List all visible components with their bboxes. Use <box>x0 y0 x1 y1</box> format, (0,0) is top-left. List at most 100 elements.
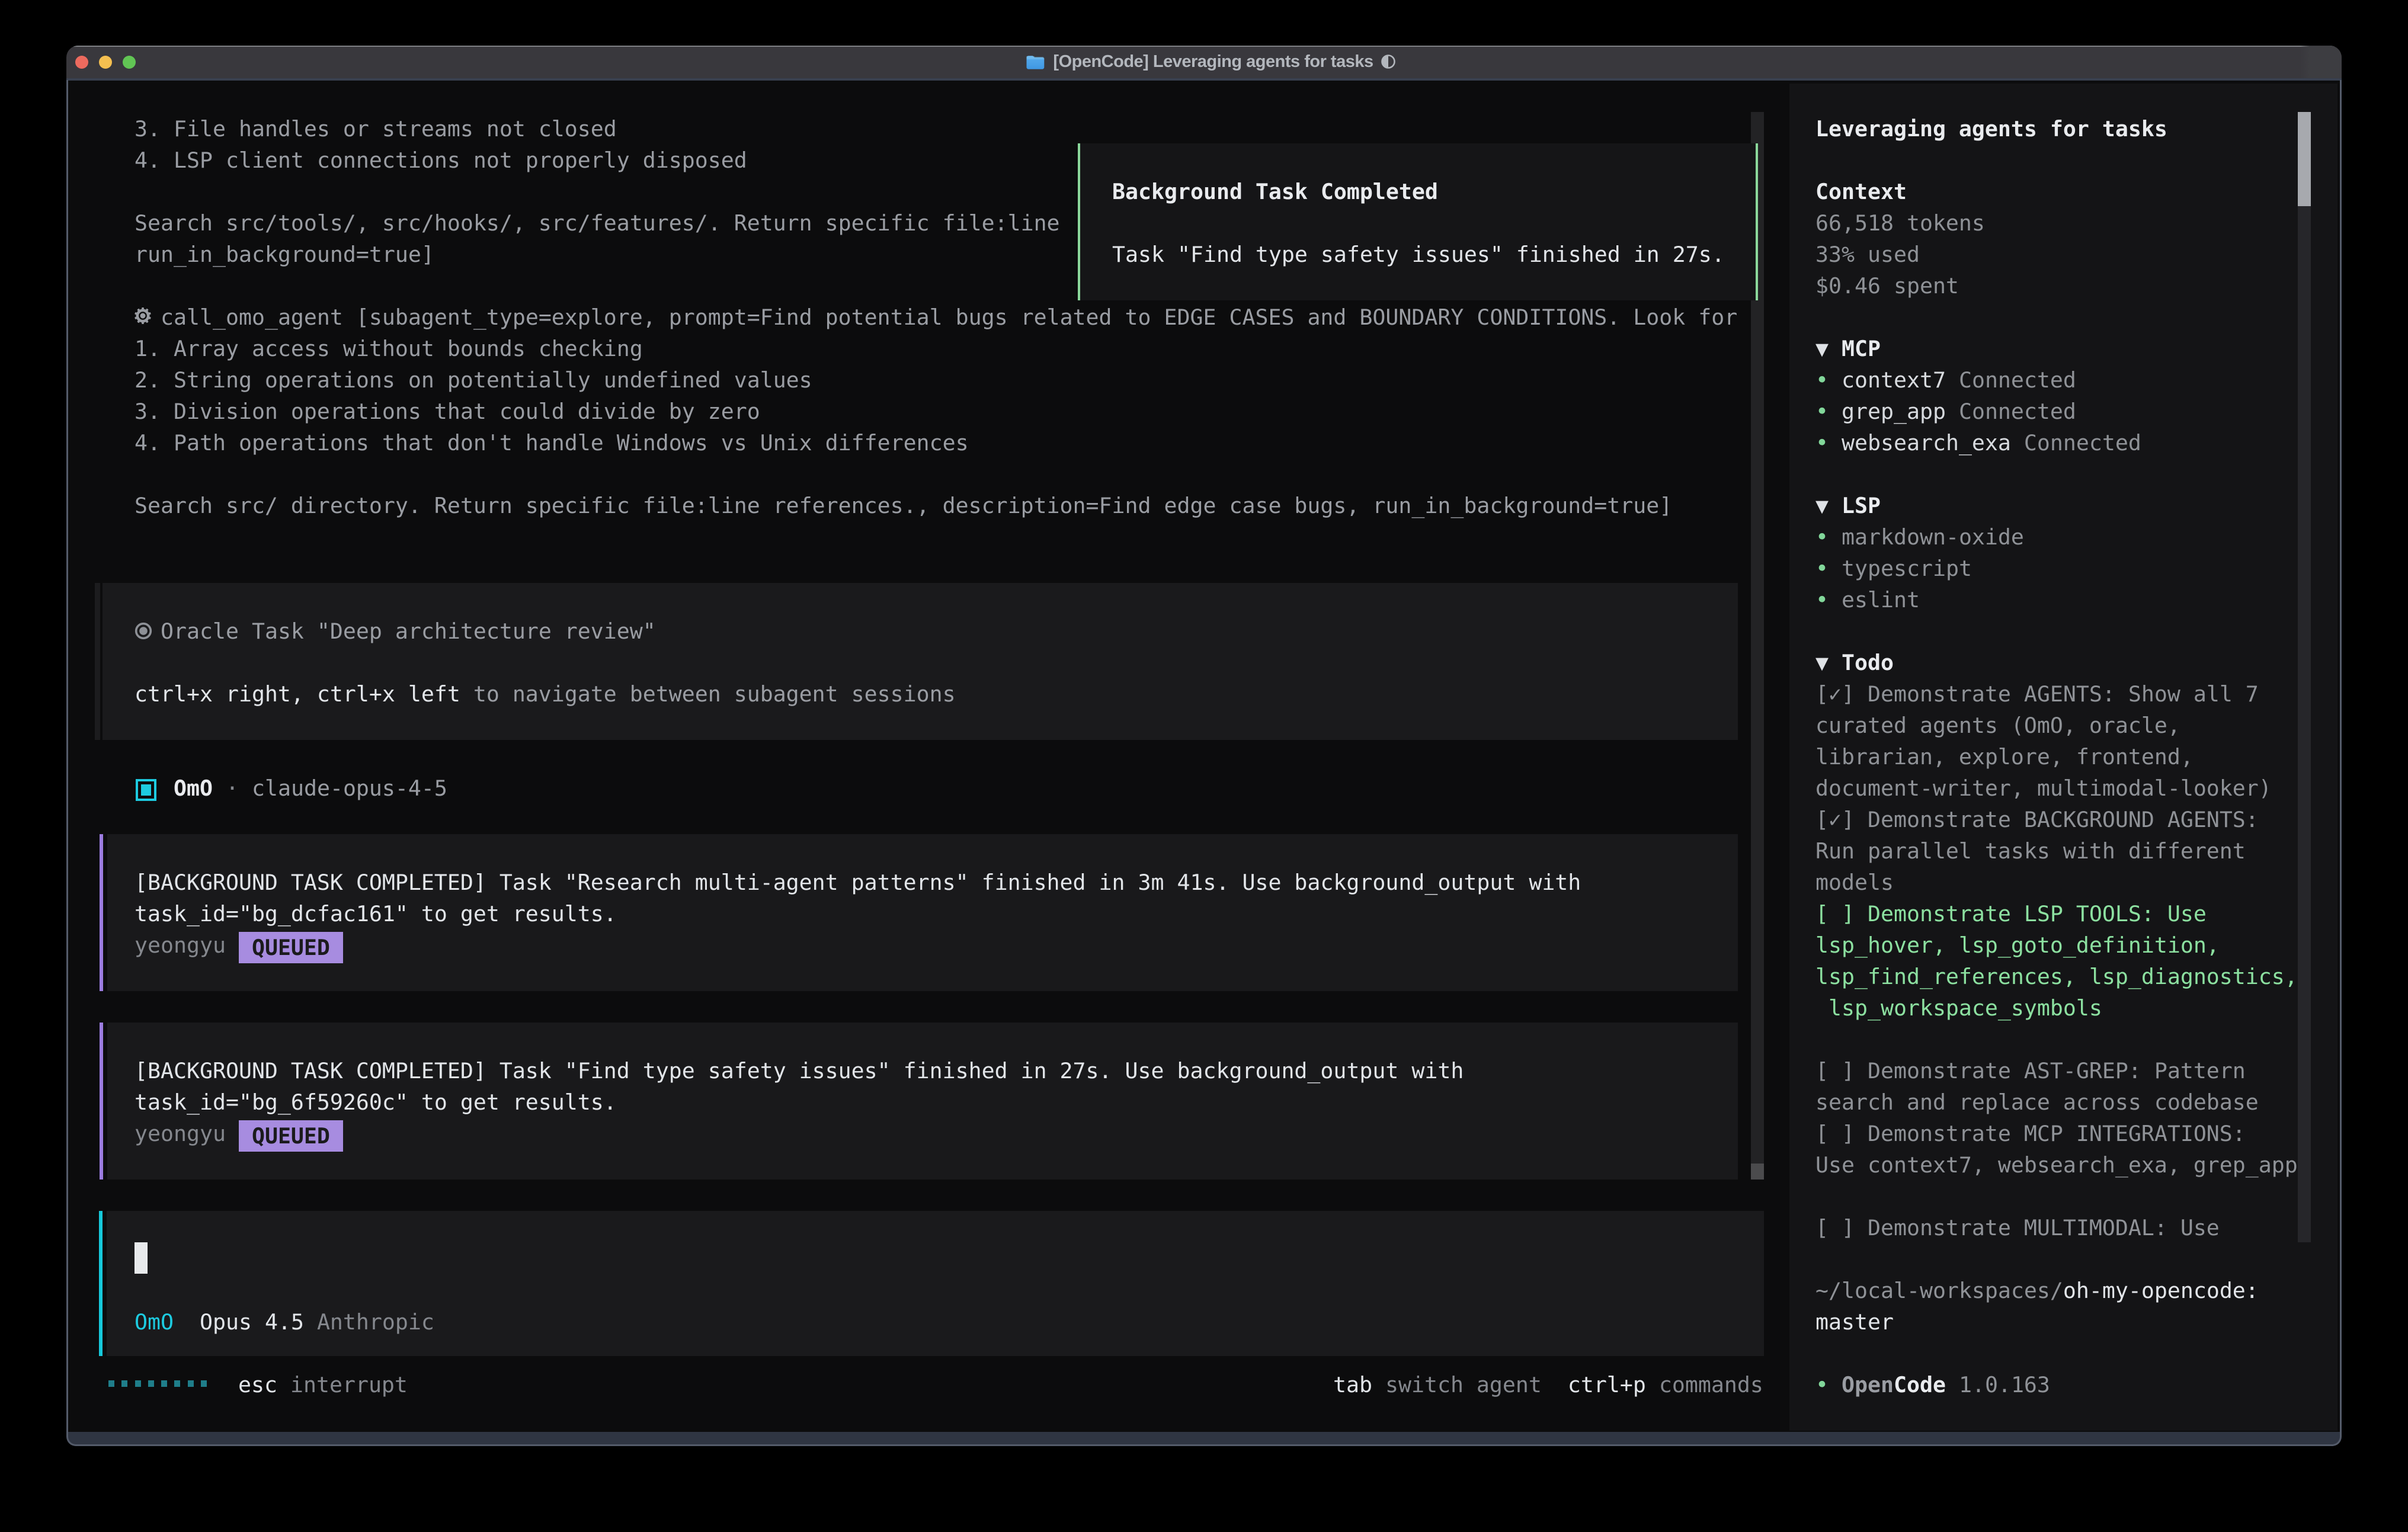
text-segment <box>1829 1372 1842 1398</box>
text-segment: Context <box>1815 179 1907 204</box>
status-right: tab switch agent ctrl+p commands <box>1333 1369 1763 1400</box>
text-segment: eslint <box>1842 587 1920 613</box>
sidebar-row: Run parallel tasks with different <box>1815 835 2246 867</box>
text-segment: context7 <box>1842 367 1946 393</box>
sidebar-scrollbar-thumb[interactable] <box>2298 112 2311 206</box>
sidebar-section-header[interactable]: ▼ Todo <box>1815 647 1894 678</box>
sidebar-row: • websearch_exa Connected <box>1815 427 2141 459</box>
text-segment: 66,518 tokens <box>1815 210 1985 236</box>
transcript-row: 2. String operations on potentially unde… <box>135 364 1738 396</box>
oracle-panel <box>103 583 1738 740</box>
text-segment: Search src/tools/, src/hooks/, src/featu… <box>135 210 1060 236</box>
sidebar-section-header[interactable]: ▼ LSP <box>1815 490 1881 521</box>
text-segment: 3. Division operations that could divide… <box>135 399 760 424</box>
transcript-row: Search src/ directory. Return specific f… <box>135 490 1738 521</box>
spinner-dots <box>108 1380 214 1387</box>
sidebar-row: lsp_workspace_symbols <box>1815 992 2102 1024</box>
sidebar-section-header[interactable]: ▼ MCP <box>1815 333 1881 364</box>
screen: [OpenCode] Leveraging agents for tasks 3… <box>0 0 2408 1532</box>
task-box-row: [BACKGROUND TASK COMPLETED] Task "Find t… <box>135 1055 1464 1086</box>
sidebar-row: 66,518 tokens <box>1815 207 1985 239</box>
text-segment: claude-opus-4-5 <box>252 775 447 801</box>
sidebar-row: curated agents (OmO, oracle, <box>1815 710 2180 741</box>
text-segment: 3. File handles or streams not closed <box>135 116 617 142</box>
text-segment <box>2011 430 2024 456</box>
text-segment: oh-my-opencode: <box>2063 1278 2259 1303</box>
triangle-collapse-icon: ▼ <box>1815 647 1829 678</box>
text-segment: Oracle Task "Deep architecture review" <box>161 618 656 644</box>
sidebar-row: • markdown-oxide <box>1815 521 2024 553</box>
text-segment: task_id="bg_6f59260c" to get results. <box>135 1089 617 1115</box>
text-segment: ctrl+x right, ctrl+x left <box>135 681 460 707</box>
transcript-row: 3. Division operations that could divide… <box>135 396 1738 427</box>
oracle-panel-border <box>95 583 100 740</box>
text-segment <box>1829 493 1842 518</box>
status-badge: QUEUED <box>239 932 343 963</box>
text-segment: 4. LSP client connections not properly d… <box>135 148 747 173</box>
text-segment: • <box>1815 430 1829 456</box>
oracle-panel-row: Oracle Task "Deep architecture review" <box>135 616 656 647</box>
spinner-dot <box>174 1380 180 1387</box>
sidebar-row: [✓] Demonstrate AGENTS: Show all 7 <box>1815 678 2259 710</box>
text-segment: 4. Path operations that don't handle Win… <box>135 430 969 456</box>
sidebar-row: lsp_hover, lsp_goto_definition, <box>1815 930 2220 961</box>
sidebar-row: document-writer, multimodal-looker) <box>1815 773 2272 804</box>
task-box-row: yeongyu QUEUED <box>135 1118 343 1149</box>
sidebar-row: [ ] Demonstrate AST-GREP: Pattern <box>1815 1055 2246 1086</box>
close-button[interactable] <box>75 56 88 69</box>
text-segment: [ <box>1815 681 1829 707</box>
text-segment: [BACKGROUND TASK COMPLETED] Task "Resear… <box>135 870 1581 895</box>
text-segment: ctrl+p <box>1568 1372 1646 1398</box>
window-title-group: [OpenCode] Leveraging agents for tasks <box>1026 52 1395 72</box>
chat-scrollbar-thumb[interactable] <box>1751 1164 1764 1180</box>
text-segment: search and replace across codebase <box>1815 1089 2259 1115</box>
text-segment <box>1829 650 1842 675</box>
window-title: [OpenCode] Leveraging agents for tasks <box>1053 52 1373 72</box>
text-segment: 1. Array access without bounds checking <box>135 336 643 361</box>
notification-body: Task "Find type safety issues" finished … <box>1112 239 1725 270</box>
text-segment <box>1829 587 1842 613</box>
sidebar-row: • typescript <box>1815 553 1972 584</box>
task-box-row: [BACKGROUND TASK COMPLETED] Task "Resear… <box>135 867 1581 898</box>
text-segment: ] Demonstrate AGENTS: Show all 7 <box>1842 681 2259 707</box>
text-segment: Search src/ directory. Return specific f… <box>135 493 1672 518</box>
transcript-row: call_omo_agent [subagent_type=explore, p… <box>135 302 1738 333</box>
sidebar-row: ~/local-workspaces/oh-my-opencode: <box>1815 1275 2259 1306</box>
text-segment: lsp_find_references, lsp_diagnostics, <box>1815 964 2298 989</box>
text-segment <box>304 1309 317 1335</box>
task-box-2-border <box>100 1023 103 1180</box>
minimize-button[interactable] <box>99 56 112 69</box>
text-segment: Connected <box>2024 430 2141 456</box>
checkmark-icon: ✓ <box>1829 804 1842 835</box>
transcript-row: Search src/tools/, src/hooks/, src/featu… <box>135 207 1738 239</box>
titlebar-right-segment <box>2300 46 2342 78</box>
task-box-1-border <box>100 834 103 991</box>
text-segment: Task "Find type safety issues" finished … <box>1112 242 1725 267</box>
zoom-button[interactable] <box>123 56 136 69</box>
input-box-border <box>99 1211 103 1356</box>
text-segment: • <box>1815 524 1829 550</box>
text-segment: Connected <box>1959 399 2076 424</box>
sidebar-row: Use context7, websearch_exa, grep_app <box>1815 1149 2298 1181</box>
text-segment: OmO <box>135 1309 174 1335</box>
sidebar-row: [ ] Demonstrate MULTIMODAL: Use <box>1815 1212 2220 1243</box>
text-cursor <box>135 1242 148 1274</box>
sidebar-row: librarian, explore, frontend, <box>1815 741 2194 773</box>
sidebar-row: models <box>1815 867 1894 898</box>
text-segment: Todo <box>1842 650 1894 675</box>
text-segment: switch agent <box>1372 1372 1542 1398</box>
text-segment: LSP <box>1842 493 1881 518</box>
titlebar[interactable]: [OpenCode] Leveraging agents for tasks <box>66 46 2342 78</box>
text-segment: Background Task Completed <box>1112 179 1438 204</box>
text-segment: models <box>1815 870 1894 895</box>
checkmark-icon: ✓ <box>1829 678 1842 710</box>
text-segment: · <box>226 775 239 801</box>
text-segment: • <box>1815 399 1829 424</box>
task-box-row: task_id="bg_dcfac161" to get results. <box>135 898 617 930</box>
text-segment <box>161 775 174 801</box>
text-segment <box>1946 399 1959 424</box>
text-segment: MCP <box>1842 336 1881 361</box>
task-box-row: task_id="bg_6f59260c" to get results. <box>135 1086 617 1118</box>
text-segment: call_omo_agent [subagent_type=explore, p… <box>161 305 1737 330</box>
spinner-dot <box>161 1380 167 1387</box>
